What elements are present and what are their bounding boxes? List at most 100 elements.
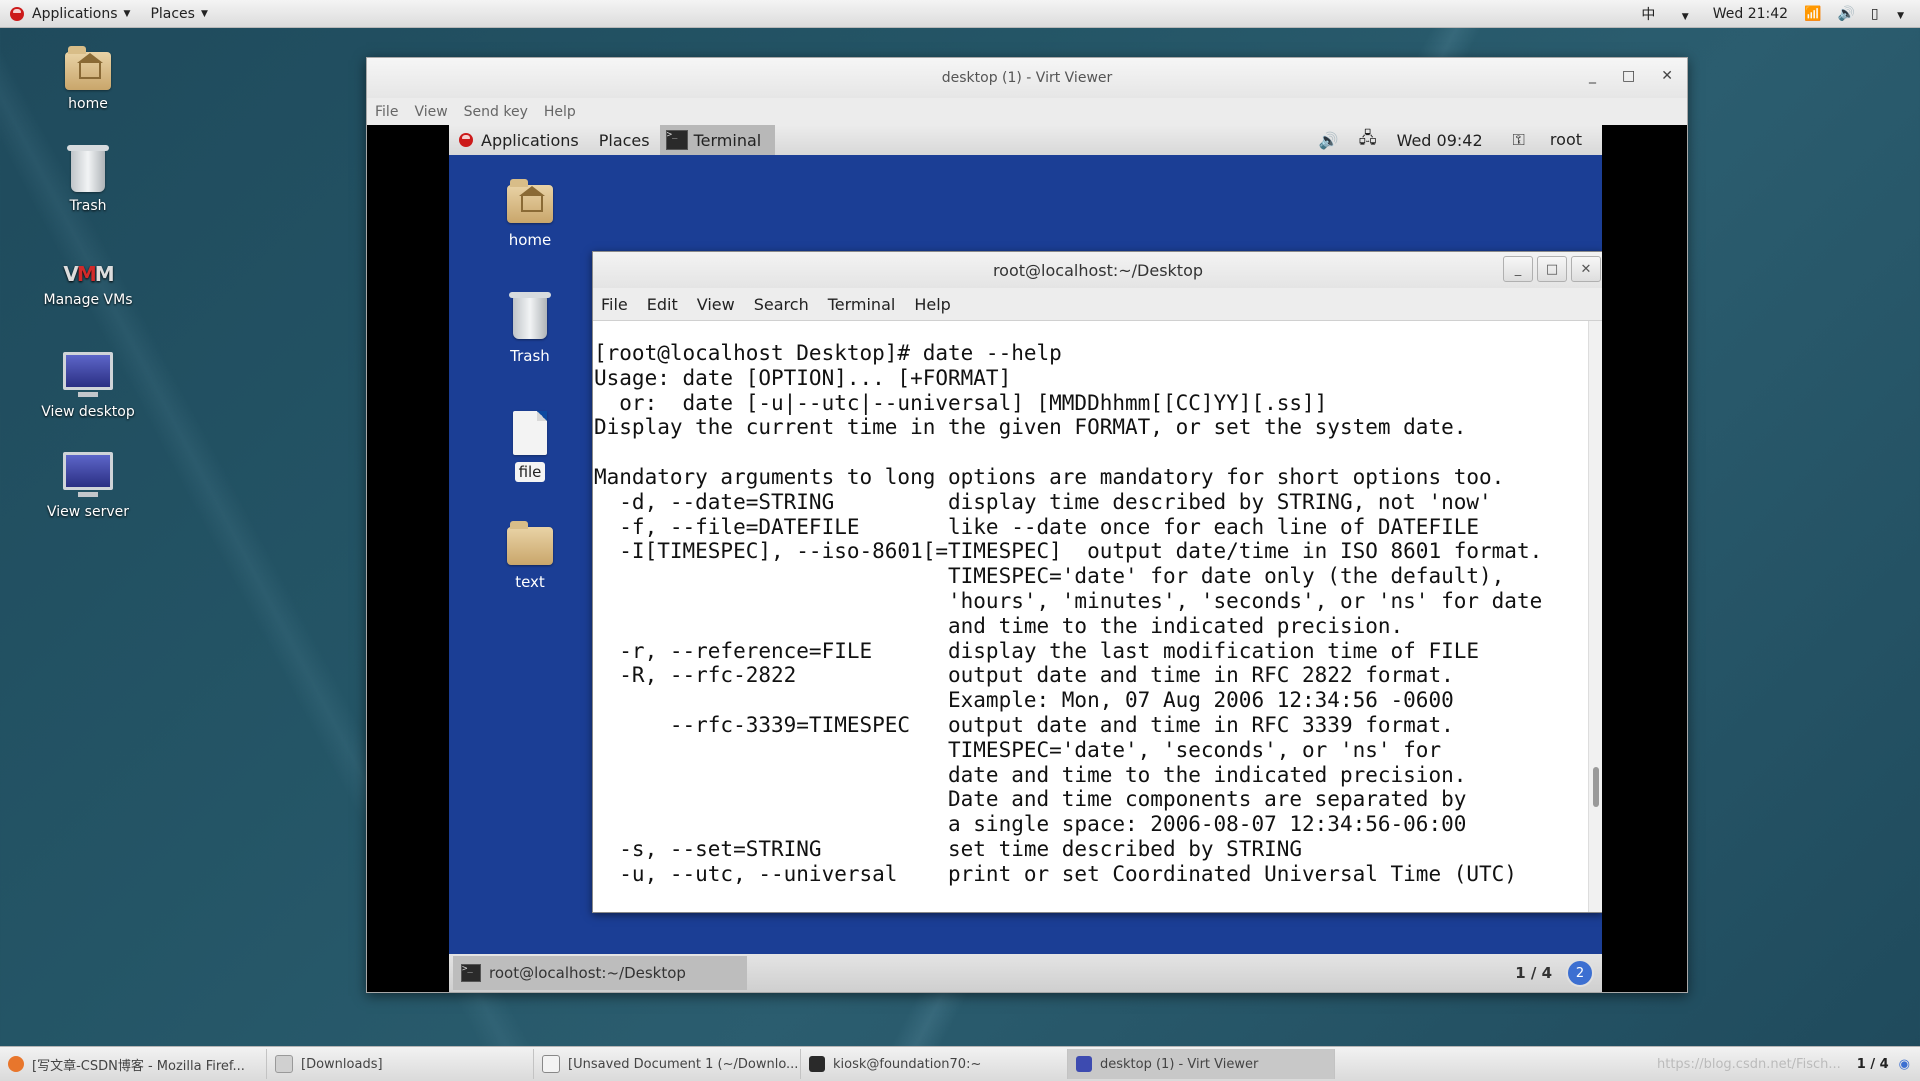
document-icon	[513, 411, 547, 455]
guest-desktop-icon-text[interactable]: text	[485, 521, 575, 591]
trash-icon	[67, 145, 109, 192]
desktop-icon-label: View server	[47, 504, 129, 520]
guest-desktop-icon-file[interactable]: file	[485, 411, 575, 482]
desktop-icon-label: text	[515, 573, 545, 591]
menu-terminal[interactable]: Terminal	[828, 295, 896, 314]
terminal-line: -r, --reference=FILE display the last mo…	[594, 638, 1480, 663]
watermark: https://blog.csdn.net/Fisch...	[1657, 1056, 1841, 1072]
terminal-line: Mandatory arguments to long options are …	[594, 464, 1505, 489]
volume-icon[interactable]: 🔊	[1309, 131, 1349, 150]
firefox-icon	[8, 1056, 24, 1072]
guest-applications-menu[interactable]: Applications	[449, 131, 589, 150]
task-terminal[interactable]: kiosk@foundation70:~	[801, 1049, 1068, 1079]
task-gedit[interactable]: [Unsaved Document 1 (~/Downlo...	[534, 1049, 801, 1079]
folder-icon	[507, 521, 553, 565]
workspace-indicator[interactable]: 1 / 4	[1501, 964, 1566, 982]
terminal-output[interactable]: [root@localhost Desktop]# date --help Usa…	[593, 321, 1589, 912]
guest-user-menu[interactable]: ⚿ root	[1493, 130, 1602, 150]
host-clock[interactable]: Wed 21:42	[1705, 6, 1796, 22]
help-badge[interactable]: 2	[1566, 959, 1594, 987]
guest-desktop-icon-home[interactable]: home	[485, 179, 575, 249]
close-button[interactable]: ✕	[1661, 68, 1673, 84]
file-manager-icon	[275, 1055, 293, 1073]
maximize-button[interactable]: □	[1622, 68, 1635, 84]
terminal-line: -R, --rfc-2822 output date and time in R…	[594, 663, 1454, 688]
terminal-icon: >_	[665, 130, 688, 150]
vm-display[interactable]: Applications Places >_ Terminal 🔊 🖧 Wed …	[367, 125, 1687, 992]
terminal-titlebar[interactable]: root@localhost:~/Desktop _ □ ✕	[593, 252, 1602, 288]
terminal-line: and time to the indicated precision.	[594, 613, 1404, 638]
scrollbar-thumb[interactable]	[1593, 767, 1599, 807]
terminal-line: -u, --utc, --universal print or set Coor…	[594, 861, 1517, 886]
host-applications-label: Applications	[32, 5, 118, 22]
monitor-icon	[63, 452, 113, 497]
menu-file[interactable]: File	[601, 295, 628, 314]
menu-search[interactable]: Search	[754, 295, 809, 314]
terminal-line: 'hours', 'minutes', 'seconds', or 'ns' f…	[594, 588, 1543, 613]
guest-places-menu[interactable]: Places	[589, 131, 660, 150]
text-editor-icon	[542, 1055, 560, 1073]
guest-clock[interactable]: Wed 09:42	[1387, 131, 1493, 150]
terminal-line: -d, --date=STRING display time described…	[594, 489, 1492, 514]
home-folder-icon	[65, 46, 111, 90]
guest-terminal-button[interactable]: >_ Terminal	[659, 125, 776, 155]
chevron-down-icon: ▼	[123, 8, 131, 19]
terminal-line: Usage: date [OPTION]... [+FORMAT]	[594, 365, 1012, 390]
host-desktop-icon-view-server[interactable]: View server	[28, 452, 148, 520]
desktop-icon-label: Manage VMs	[43, 292, 133, 308]
minimize-button[interactable]: _	[1503, 256, 1533, 282]
desktop-icon-label: home	[508, 231, 552, 249]
guest-desktop-icon-trash[interactable]: Trash	[485, 292, 575, 365]
terminal-line: -I[TIMESPEC], --iso-8601[=TIMESPEC] outp…	[594, 539, 1543, 564]
host-desktop-icon-manage-vms[interactable]: VMM Manage VMs	[28, 262, 148, 308]
host-desktop-icon-trash[interactable]: Trash	[28, 145, 148, 214]
redhat-icon	[459, 133, 473, 147]
task-firefox[interactable]: [写文章-CSDN博客 - Mozilla Firef...	[0, 1049, 267, 1079]
volume-icon[interactable]: 🔊	[1829, 6, 1862, 22]
virt-manager-icon: VMM	[63, 262, 114, 286]
battery-icon[interactable]: ▯ ▼	[1863, 6, 1920, 22]
close-button[interactable]: ✕	[1571, 256, 1601, 282]
terminal-line: [root@localhost Desktop]# date --help	[594, 341, 1062, 365]
host-desktop-icon-home[interactable]: home	[28, 46, 148, 112]
menu-help[interactable]: Help	[914, 295, 950, 314]
host-places-menu[interactable]: Places ▼	[140, 0, 217, 27]
minimize-button[interactable]: _	[1589, 68, 1596, 84]
terminal-menubar: File Edit View Search Terminal Help	[593, 288, 1602, 321]
host-desktop-icon-view-desktop[interactable]: View desktop	[28, 352, 148, 420]
terminal-scrollbar[interactable]	[1588, 321, 1602, 912]
desktop-icon-label: home	[68, 96, 108, 112]
menu-view[interactable]: View	[697, 295, 735, 314]
terminal-line: Date and time components are separated b…	[594, 787, 1467, 812]
monitor-icon	[1076, 1056, 1092, 1072]
terminal-line: TIMESPEC='date', 'seconds', or 'ns' for	[594, 737, 1442, 762]
desktop-icon-label: Trash	[510, 347, 550, 365]
help-icon[interactable]: ◉	[1899, 1057, 1920, 1072]
wifi-icon[interactable]: 📶	[1796, 6, 1829, 22]
menu-file[interactable]: File	[375, 104, 398, 120]
user-icon: ⚿	[1512, 130, 1525, 149]
guest-task-terminal[interactable]: >_ root@localhost:~/Desktop	[453, 956, 747, 990]
menu-help[interactable]: Help	[544, 104, 576, 120]
terminal-window: root@localhost:~/Desktop _ □ ✕ File Edit…	[592, 251, 1602, 913]
guest-desktop[interactable]: Applications Places >_ Terminal 🔊 🖧 Wed …	[449, 125, 1602, 992]
task-virt-viewer[interactable]: desktop (1) - Virt Viewer	[1068, 1049, 1335, 1079]
network-icon[interactable]: 🖧	[1349, 127, 1387, 154]
task-downloads[interactable]: [Downloads]	[267, 1049, 534, 1079]
chevron-down-icon: ▼	[1681, 11, 1689, 22]
host-taskbar: [写文章-CSDN博客 - Mozilla Firef... [Download…	[0, 1046, 1920, 1081]
terminal-icon	[809, 1056, 825, 1072]
terminal-line: -s, --set=STRING set time described by S…	[594, 836, 1303, 861]
menu-view[interactable]: View	[414, 104, 447, 120]
terminal-line: Example: Mon, 07 Aug 2006 12:34:56 -0600	[594, 688, 1454, 713]
host-workspace-indicator[interactable]: 1 / 4	[1841, 1057, 1899, 1072]
menu-send-key[interactable]: Send key	[464, 104, 528, 120]
virt-viewer-titlebar[interactable]: desktop (1) - Virt Viewer _ □ ✕	[367, 58, 1687, 98]
window-title: desktop (1) - Virt Viewer	[941, 70, 1113, 86]
input-method-indicator[interactable]: 中 ▼	[1625, 4, 1704, 24]
maximize-button[interactable]: □	[1537, 256, 1567, 282]
menu-edit[interactable]: Edit	[647, 295, 678, 314]
host-places-label: Places	[150, 5, 195, 22]
host-applications-menu[interactable]: Applications ▼	[0, 0, 140, 27]
